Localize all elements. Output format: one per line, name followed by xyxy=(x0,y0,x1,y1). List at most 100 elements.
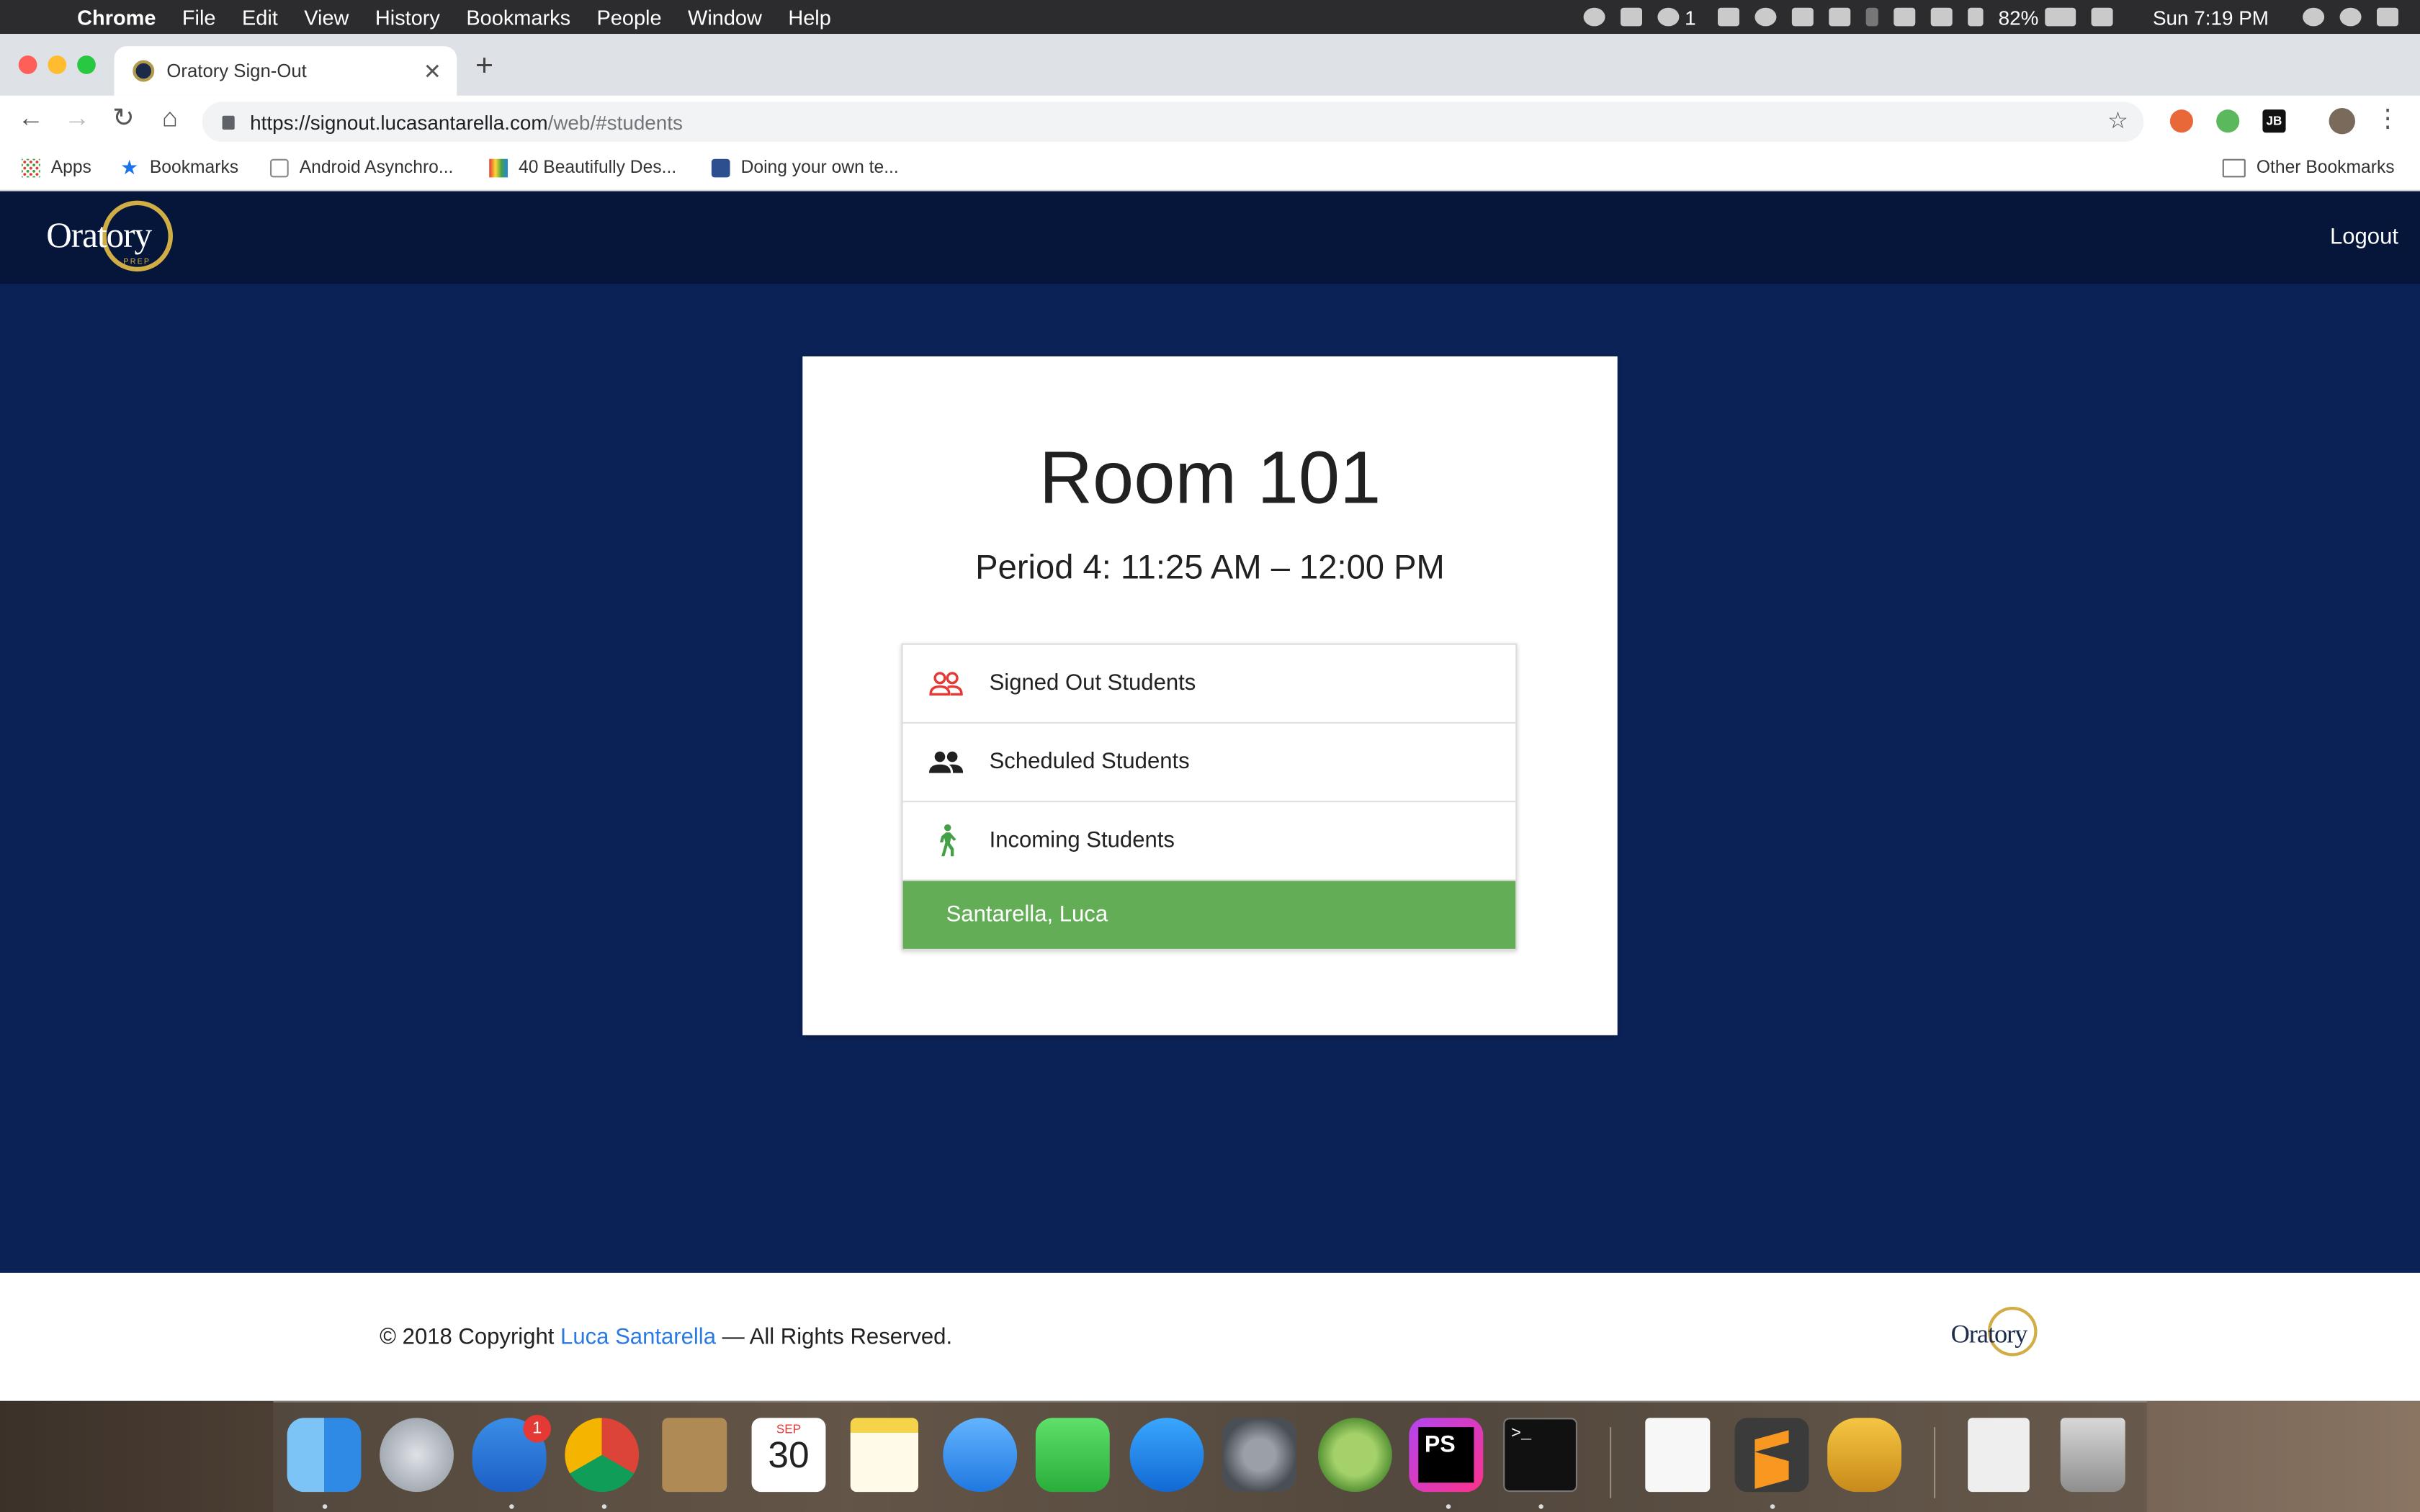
menu-window[interactable]: Window xyxy=(688,6,762,29)
launchpad-icon[interactable] xyxy=(380,1418,454,1493)
footer-oratory-logo[interactable]: Oratory xyxy=(1951,1307,2044,1362)
docker-icon[interactable] xyxy=(1620,7,1642,27)
android-studio-icon[interactable] xyxy=(1318,1418,1392,1493)
messages-icon[interactable] xyxy=(943,1418,1018,1493)
reload-icon[interactable]: ↻ xyxy=(107,104,140,135)
page-j-icon xyxy=(270,158,289,178)
menu-view[interactable]: View xyxy=(304,6,349,29)
menu-history[interactable]: History xyxy=(375,6,440,29)
siri-icon[interactable] xyxy=(2339,7,2362,27)
menu-bookmarks[interactable]: Bookmarks xyxy=(466,6,570,29)
menu-file[interactable]: File xyxy=(182,6,216,29)
home-icon[interactable]: ⌂ xyxy=(153,104,187,135)
running-indicator xyxy=(1770,1504,1775,1509)
profile-avatar[interactable] xyxy=(2329,108,2355,135)
contacts-icon[interactable] xyxy=(662,1418,727,1493)
incoming-students-item[interactable]: Incoming Students xyxy=(902,802,1516,881)
chrome-menu-icon[interactable]: ⋮ xyxy=(2370,104,2404,135)
running-indicator xyxy=(1446,1504,1451,1509)
bookmark-label: Doing your own te... xyxy=(740,158,899,178)
documents-icon[interactable] xyxy=(1968,1418,2030,1493)
logout-link[interactable]: Logout xyxy=(2330,225,2398,250)
browser-tab[interactable]: Oratory Sign-Out ✕ xyxy=(114,46,457,96)
apps-grid-icon xyxy=(22,158,40,178)
menu-people[interactable]: People xyxy=(596,6,661,29)
extension-green-icon[interactable] xyxy=(2216,109,2240,133)
other-bookmarks[interactable]: Other Bookmarks xyxy=(2222,158,2395,178)
minimize-window-button[interactable] xyxy=(48,55,67,74)
bluetooth-icon[interactable] xyxy=(1865,7,1878,27)
phone-icon xyxy=(711,158,730,178)
chrome-icon[interactable] xyxy=(565,1418,640,1493)
zoom-window-button[interactable] xyxy=(77,55,96,74)
student-row[interactable]: Santarella, Luca xyxy=(902,881,1516,949)
spotlight-icon[interactable] xyxy=(2303,7,2325,27)
keyboard-icon[interactable] xyxy=(1893,7,1915,27)
bookmark-designs[interactable]: 40 Beautifully Des... xyxy=(489,158,677,178)
status-circle-icon[interactable] xyxy=(1582,7,1605,27)
notes-icon[interactable] xyxy=(850,1418,918,1493)
list-item-label: Incoming Students xyxy=(989,828,1175,853)
menubar-status: 1 82% Sun 7:19 PM xyxy=(1582,0,2420,34)
close-window-button[interactable] xyxy=(18,55,37,74)
display-icon[interactable] xyxy=(2091,7,2113,27)
menu-help[interactable]: Help xyxy=(788,6,830,29)
bookmark-label: 40 Beautifully Des... xyxy=(519,158,677,178)
bookmark-star-icon[interactable]: ☆ xyxy=(2107,107,2128,134)
browser-window: Oratory Sign-Out ✕ + ← → ↻ ⌂ https://sig… xyxy=(0,34,2420,192)
copyright-prefix: © 2018 Copyright xyxy=(380,1325,561,1350)
calendar-icon[interactable]: SEP 30 xyxy=(751,1418,826,1493)
scheduled-students-item[interactable]: Scheduled Students xyxy=(902,724,1516,803)
screen: Chrome File Edit View History Bookmarks … xyxy=(0,0,2420,1512)
new-tab-button[interactable]: + xyxy=(475,50,493,85)
menu-app[interactable]: Chrome xyxy=(77,6,156,29)
menu-edit[interactable]: Edit xyxy=(242,6,278,29)
site-footer: © 2018 Copyright Luca Santarella — All R… xyxy=(0,1272,2420,1401)
battery-percent: 82% xyxy=(1998,5,2039,29)
logo-subtext: PREP xyxy=(123,257,151,267)
running-indicator xyxy=(509,1504,514,1509)
phpstorm-icon[interactable]: PS xyxy=(1409,1418,1484,1493)
onepassword-icon[interactable] xyxy=(1657,7,1679,27)
people-outline-icon xyxy=(928,665,964,702)
oratory-favicon-icon xyxy=(133,60,155,82)
browser-toolbar: ← → ↻ ⌂ https://signout.lucasantarella.c… xyxy=(0,95,2420,148)
bookmark-apps[interactable]: Apps xyxy=(22,158,91,178)
footer-logo-text: Oratory xyxy=(1950,1319,2028,1349)
cloud-icon[interactable] xyxy=(1754,7,1777,27)
bookmark-doing[interactable]: Doing your own te... xyxy=(711,158,899,178)
volume-icon[interactable] xyxy=(1967,7,1984,27)
address-bar[interactable]: https://signout.lucasantarella.com/web/#… xyxy=(202,102,2144,143)
author-link[interactable]: Luca Santarella xyxy=(560,1326,716,1350)
wifi-icon[interactable] xyxy=(1930,7,1953,27)
signed-out-students-item[interactable]: Signed Out Students xyxy=(902,645,1516,724)
battery-icon[interactable] xyxy=(2044,7,2076,27)
back-icon[interactable]: ← xyxy=(14,104,48,135)
rocket-icon[interactable] xyxy=(1791,7,1814,27)
extension-orange-icon[interactable] xyxy=(2169,109,2193,133)
system-preferences-icon[interactable] xyxy=(1222,1418,1296,1493)
running-indicator xyxy=(1538,1504,1543,1509)
oratory-logo[interactable]: Oratory PREP xyxy=(46,200,176,275)
app-store-icon[interactable] xyxy=(1129,1418,1204,1493)
sequel-pro-icon[interactable] xyxy=(1827,1418,1901,1493)
forward-icon[interactable]: → xyxy=(60,104,94,135)
period-subtitle: Period 4: 11:25 AM – 12:00 PM xyxy=(975,547,1445,587)
terminal-icon[interactable]: >_ xyxy=(1503,1418,1577,1493)
bookmark-bookmarks[interactable]: ★ Bookmarks xyxy=(120,158,238,178)
sublime-text-icon[interactable] xyxy=(1734,1418,1809,1493)
trash-icon[interactable] xyxy=(2060,1418,2125,1493)
facetime-icon[interactable] xyxy=(1035,1418,1110,1493)
bookmark-android[interactable]: Android Asynchro... xyxy=(270,158,453,178)
layout-icon[interactable] xyxy=(1828,7,1850,27)
textedit-icon[interactable] xyxy=(1645,1418,1711,1493)
close-tab-icon[interactable]: ✕ xyxy=(424,58,442,84)
clock[interactable]: Sun 7:19 PM xyxy=(2153,6,2269,29)
web-page: Oratory PREP Logout Room 101 Period 4: 1… xyxy=(0,191,2420,1401)
evernote-icon[interactable] xyxy=(1717,7,1739,27)
other-bookmarks-label: Other Bookmarks xyxy=(2256,158,2395,178)
notification-center-icon[interactable] xyxy=(2377,7,2398,27)
finder-icon[interactable] xyxy=(287,1418,362,1493)
extension-jb-icon[interactable]: JB xyxy=(2262,109,2286,133)
tab-strip: Oratory Sign-Out ✕ + xyxy=(0,34,2420,96)
